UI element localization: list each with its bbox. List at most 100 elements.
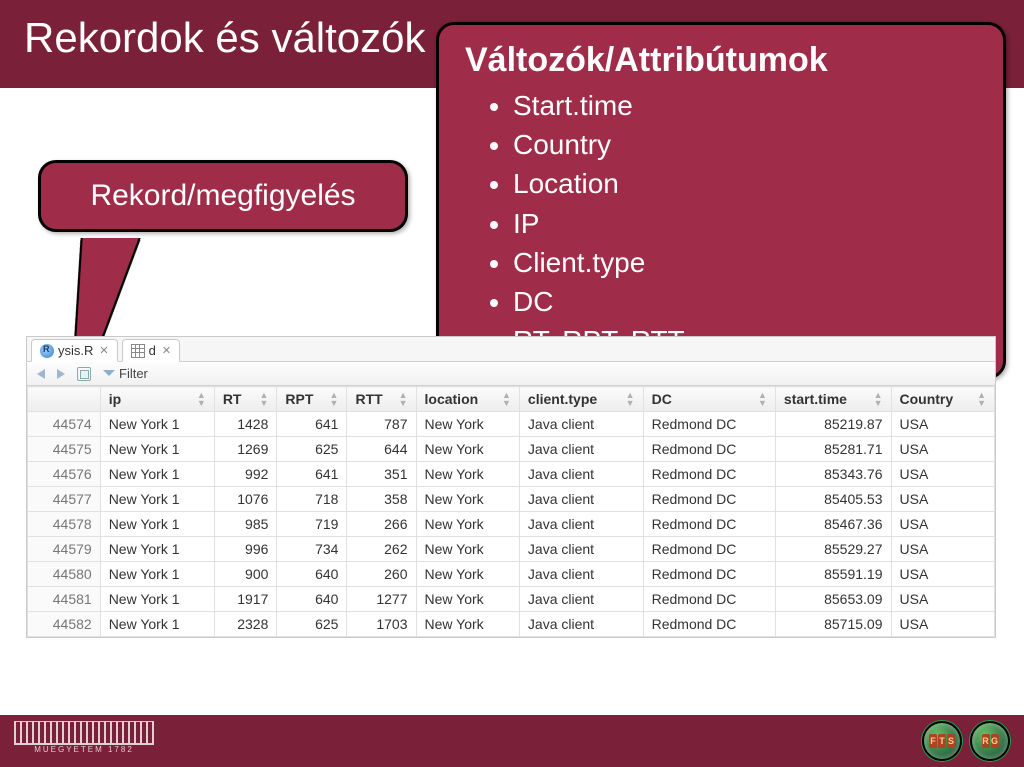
table-cell: 85529.27 xyxy=(775,537,891,562)
table-cell: Redmond DC xyxy=(643,462,775,487)
table-cell: New York xyxy=(416,587,519,612)
table-cell: USA xyxy=(891,512,995,537)
column-header[interactable]: RT▲▼ xyxy=(214,387,277,412)
data-viewer: ysis.R ✕ d ✕ Filter ip▲▼RT▲▼RPT▲▼RTT▲▼lo… xyxy=(26,336,996,638)
table-cell: 1277 xyxy=(347,587,416,612)
table-cell: New York xyxy=(416,612,519,637)
sort-icon[interactable]: ▲▼ xyxy=(977,391,986,407)
column-header[interactable]: ip▲▼ xyxy=(100,387,214,412)
filter-button[interactable]: Filter xyxy=(103,366,148,381)
table-row[interactable]: 44575New York 11269625644New YorkJava cl… xyxy=(28,437,995,462)
table-cell: 734 xyxy=(277,537,347,562)
nav-fwd-button[interactable] xyxy=(57,369,65,379)
table-cell: Redmond DC xyxy=(643,537,775,562)
table-cell: 1269 xyxy=(214,437,277,462)
sort-icon[interactable]: ▲▼ xyxy=(197,391,206,407)
tab-label: d xyxy=(149,343,156,358)
table-body: 44574New York 11428641787New YorkJava cl… xyxy=(28,412,995,637)
table-cell: Java client xyxy=(519,512,643,537)
table-cell: USA xyxy=(891,562,995,587)
table-cell: 44574 xyxy=(28,412,101,437)
table-cell: USA xyxy=(891,487,995,512)
table-cell: 1428 xyxy=(214,412,277,437)
sort-icon[interactable]: ▲▼ xyxy=(399,391,408,407)
table-cell: Redmond DC xyxy=(643,512,775,537)
table-cell: Java client xyxy=(519,587,643,612)
close-icon[interactable]: ✕ xyxy=(99,344,108,357)
table-cell: Redmond DC xyxy=(643,412,775,437)
table-cell: Java client xyxy=(519,462,643,487)
filter-label: Filter xyxy=(119,366,148,381)
table-cell: New York xyxy=(416,437,519,462)
table-cell: USA xyxy=(891,587,995,612)
attr-item: IP xyxy=(513,204,977,243)
table-row[interactable]: 44578New York 1985719266New YorkJava cli… xyxy=(28,512,995,537)
table-cell: Redmond DC xyxy=(643,437,775,462)
callout-record-text: Rekord/megfigyelés xyxy=(90,179,355,212)
table-cell: New York 1 xyxy=(100,612,214,637)
callout-record: Rekord/megfigyelés xyxy=(38,160,408,232)
close-icon[interactable]: ✕ xyxy=(162,344,171,357)
column-header[interactable]: start.time▲▼ xyxy=(775,387,891,412)
column-header[interactable] xyxy=(28,387,101,412)
table-cell: 996 xyxy=(214,537,277,562)
table-cell: 85405.53 xyxy=(775,487,891,512)
r-icon xyxy=(40,344,54,358)
table-cell: New York xyxy=(416,487,519,512)
attr-item: Client.type xyxy=(513,243,977,282)
sort-icon[interactable]: ▲▼ xyxy=(626,391,635,407)
table-cell: 44582 xyxy=(28,612,101,637)
attr-item: Start.time xyxy=(513,86,977,125)
table-row[interactable]: 44576New York 1992641351New YorkJava cli… xyxy=(28,462,995,487)
viewer-toolbar: Filter xyxy=(27,362,995,386)
callout-attributes-heading: Változók/Attribútumok xyxy=(465,41,977,80)
table-cell: 44581 xyxy=(28,587,101,612)
attr-item: Location xyxy=(513,164,977,203)
table-row[interactable]: 44579New York 1996734262New YorkJava cli… xyxy=(28,537,995,562)
tab-script[interactable]: ysis.R ✕ xyxy=(31,339,118,362)
table-cell: New York 1 xyxy=(100,537,214,562)
table-cell: 44577 xyxy=(28,487,101,512)
column-header[interactable]: client.type▲▼ xyxy=(519,387,643,412)
table-cell: 641 xyxy=(277,412,347,437)
table-cell: 718 xyxy=(277,487,347,512)
table-cell: 85591.19 xyxy=(775,562,891,587)
table-cell: 85467.36 xyxy=(775,512,891,537)
popout-button[interactable] xyxy=(77,367,91,381)
column-header[interactable]: RPT▲▼ xyxy=(277,387,347,412)
sort-icon[interactable]: ▲▼ xyxy=(259,391,268,407)
table-cell: New York 1 xyxy=(100,587,214,612)
column-header[interactable]: DC▲▼ xyxy=(643,387,775,412)
attr-item: DC xyxy=(513,282,977,321)
table-cell: 644 xyxy=(347,437,416,462)
table-cell: 351 xyxy=(347,462,416,487)
column-header[interactable]: location▲▼ xyxy=(416,387,519,412)
column-header[interactable]: Country▲▼ xyxy=(891,387,995,412)
table-cell: Redmond DC xyxy=(643,612,775,637)
table-row[interactable]: 44581New York 119176401277New YorkJava c… xyxy=(28,587,995,612)
table-cell: Redmond DC xyxy=(643,487,775,512)
table-cell: 1703 xyxy=(347,612,416,637)
table-header-row: ip▲▼RT▲▼RPT▲▼RTT▲▼location▲▼client.type▲… xyxy=(28,387,995,412)
table-cell: USA xyxy=(891,437,995,462)
table-cell: 787 xyxy=(347,412,416,437)
rg-badge: RG xyxy=(970,721,1010,761)
table-cell: USA xyxy=(891,462,995,487)
table-row[interactable]: 44574New York 11428641787New YorkJava cl… xyxy=(28,412,995,437)
tab-dataframe[interactable]: d ✕ xyxy=(122,339,180,362)
arrow-left-icon xyxy=(37,369,45,379)
sort-icon[interactable]: ▲▼ xyxy=(758,391,767,407)
table-row[interactable]: 44577New York 11076718358New YorkJava cl… xyxy=(28,487,995,512)
table-row[interactable]: 44582New York 123286251703New YorkJava c… xyxy=(28,612,995,637)
sort-icon[interactable]: ▲▼ xyxy=(330,391,339,407)
sort-icon[interactable]: ▲▼ xyxy=(874,391,883,407)
table-row[interactable]: 44580New York 1900640260New YorkJava cli… xyxy=(28,562,995,587)
callout-attributes: Változók/Attribútumok Start.time Country… xyxy=(436,22,1006,379)
table-cell: New York 1 xyxy=(100,412,214,437)
table-cell: 44578 xyxy=(28,512,101,537)
nav-back-button[interactable] xyxy=(37,369,45,379)
table-cell: 358 xyxy=(347,487,416,512)
sort-icon[interactable]: ▲▼ xyxy=(502,391,511,407)
table-cell: 44580 xyxy=(28,562,101,587)
column-header[interactable]: RTT▲▼ xyxy=(347,387,416,412)
